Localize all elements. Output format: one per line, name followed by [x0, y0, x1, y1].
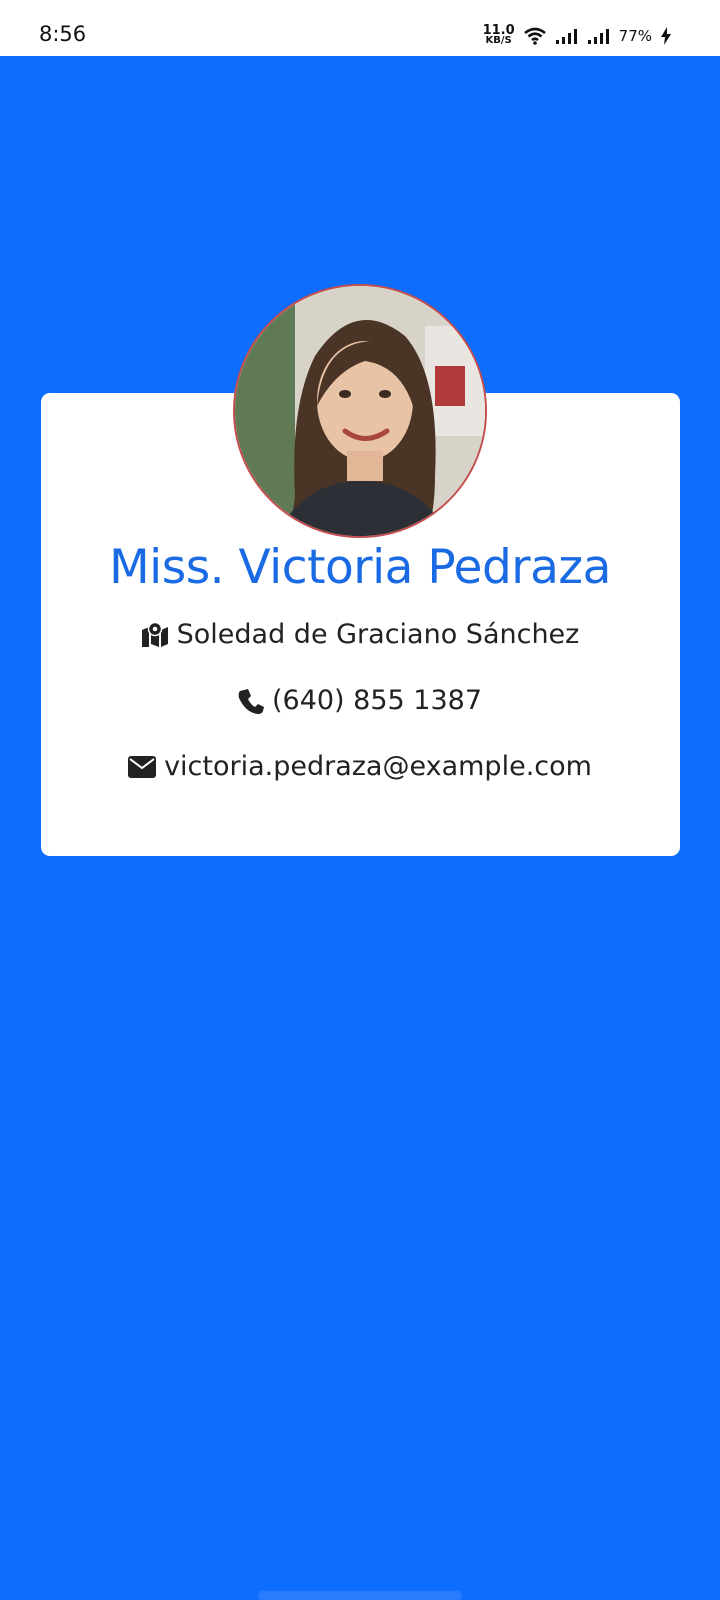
network-speed-unit: KB/S	[485, 35, 512, 46]
status-bar: 8:56 11.0 KB/S 77%	[0, 0, 720, 56]
location-text: Soledad de Graciano Sánchez	[176, 619, 580, 650]
status-icons: 11.0 KB/S 77%	[483, 22, 672, 50]
wifi-icon	[523, 27, 546, 45]
signal-icon	[555, 29, 577, 44]
home-indicator[interactable]	[258, 1591, 462, 1600]
phone-text: (640) 855 1387	[271, 685, 482, 716]
map-location-icon	[141, 621, 168, 647]
location-row: Soledad de Graciano Sánchez	[0, 619, 720, 650]
battery-level: 77%	[618, 27, 652, 45]
profile-name: Miss. Victoria Pedraza	[109, 540, 611, 595]
avatar-photo	[235, 286, 485, 536]
envelope-icon	[128, 755, 157, 778]
email-text: victoria.pedraza@example.com	[164, 751, 592, 782]
phone-row: (640) 855 1387	[0, 685, 720, 716]
network-speed: 11.0 KB/S	[483, 24, 515, 46]
signal-icon-2	[587, 29, 609, 44]
charging-icon	[661, 27, 671, 45]
avatar	[233, 284, 487, 538]
status-time: 8:56	[39, 22, 87, 46]
email-row: victoria.pedraza@example.com	[0, 751, 720, 782]
phone-icon	[238, 688, 264, 714]
